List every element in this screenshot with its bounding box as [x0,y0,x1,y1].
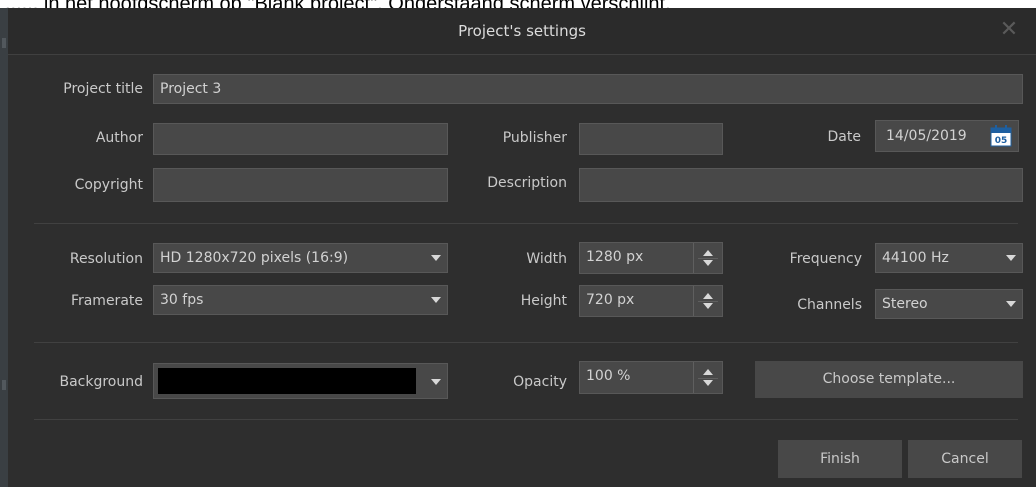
resolution-value: HD 1280x720 pixels (16:9) [160,250,349,266]
author-input[interactable] [153,123,448,155]
strip-mark [2,38,6,48]
spin-down-icon[interactable] [703,260,713,266]
height-value: 720 px [586,292,635,308]
spin-up-icon[interactable] [703,369,713,375]
copyright-input[interactable] [153,168,448,202]
section-divider [34,419,1018,420]
chevron-down-icon [1006,255,1016,261]
spin-down-icon[interactable] [703,303,713,309]
height-spinbox[interactable]: 720 px [579,285,723,317]
date-value: 14/05/2019 [886,128,967,144]
framerate-label: Framerate [70,293,143,309]
frequency-select[interactable]: 44100 Hz [875,243,1023,273]
chevron-down-icon [431,379,441,385]
calendar-day: 05 [995,136,1008,146]
close-icon[interactable]: ✕ [996,16,1022,44]
width-spinbox[interactable]: 1280 px [579,242,723,274]
author-label: Author [95,130,143,146]
cancel-button[interactable]: Cancel [908,440,1022,478]
opacity-label: Opacity [513,374,567,390]
publisher-label: Publisher [502,130,567,146]
frequency-value: 44100 Hz [882,250,949,266]
width-value: 1280 px [586,249,644,265]
dialog-title: Project's settings [458,22,586,40]
background-color-swatch [158,368,416,394]
choose-template-button[interactable]: Choose template... [755,361,1023,398]
project-title-value: Project 3 [160,81,222,97]
finish-button[interactable]: Finish [778,440,902,478]
section-divider [34,342,1018,343]
resolution-label: Resolution [69,251,143,267]
channels-label: Channels [797,297,862,313]
background-color-picker[interactable] [153,363,448,399]
background-window-strip [0,8,8,487]
resolution-select[interactable]: HD 1280x720 pixels (16:9) [153,243,448,273]
publisher-input[interactable] [579,123,723,155]
project-title-input[interactable]: Project 3 [153,74,1023,104]
section-divider [34,223,1018,224]
opacity-value: 100 % [586,368,631,384]
framerate-select[interactable]: 30 fps [153,285,448,315]
strip-mark [2,380,6,390]
height-label: Height [520,293,567,309]
chevron-down-icon [431,255,441,261]
description-input[interactable] [579,168,1023,202]
channels-value: Stereo [882,296,928,312]
frequency-label: Frequency [789,251,862,267]
chevron-down-icon [431,297,441,303]
spin-up-icon[interactable] [703,293,713,299]
width-stepper[interactable] [693,243,722,273]
opacity-stepper[interactable] [693,362,722,393]
width-label: Width [526,251,567,267]
chevron-down-icon [1006,301,1016,307]
copyright-label: Copyright [74,177,143,193]
channels-select[interactable]: Stereo [875,289,1023,319]
height-stepper[interactable] [693,286,722,316]
spin-up-icon[interactable] [703,250,713,256]
calendar-icon[interactable]: 05 [990,125,1012,147]
project-title-label: Project title [63,81,143,97]
background-label: Background [59,374,143,390]
spin-down-icon[interactable] [703,380,713,386]
opacity-spinbox[interactable]: 100 % [579,361,723,394]
framerate-value: 30 fps [160,292,204,308]
description-label: Description [487,175,567,191]
date-label: Date [827,129,861,145]
